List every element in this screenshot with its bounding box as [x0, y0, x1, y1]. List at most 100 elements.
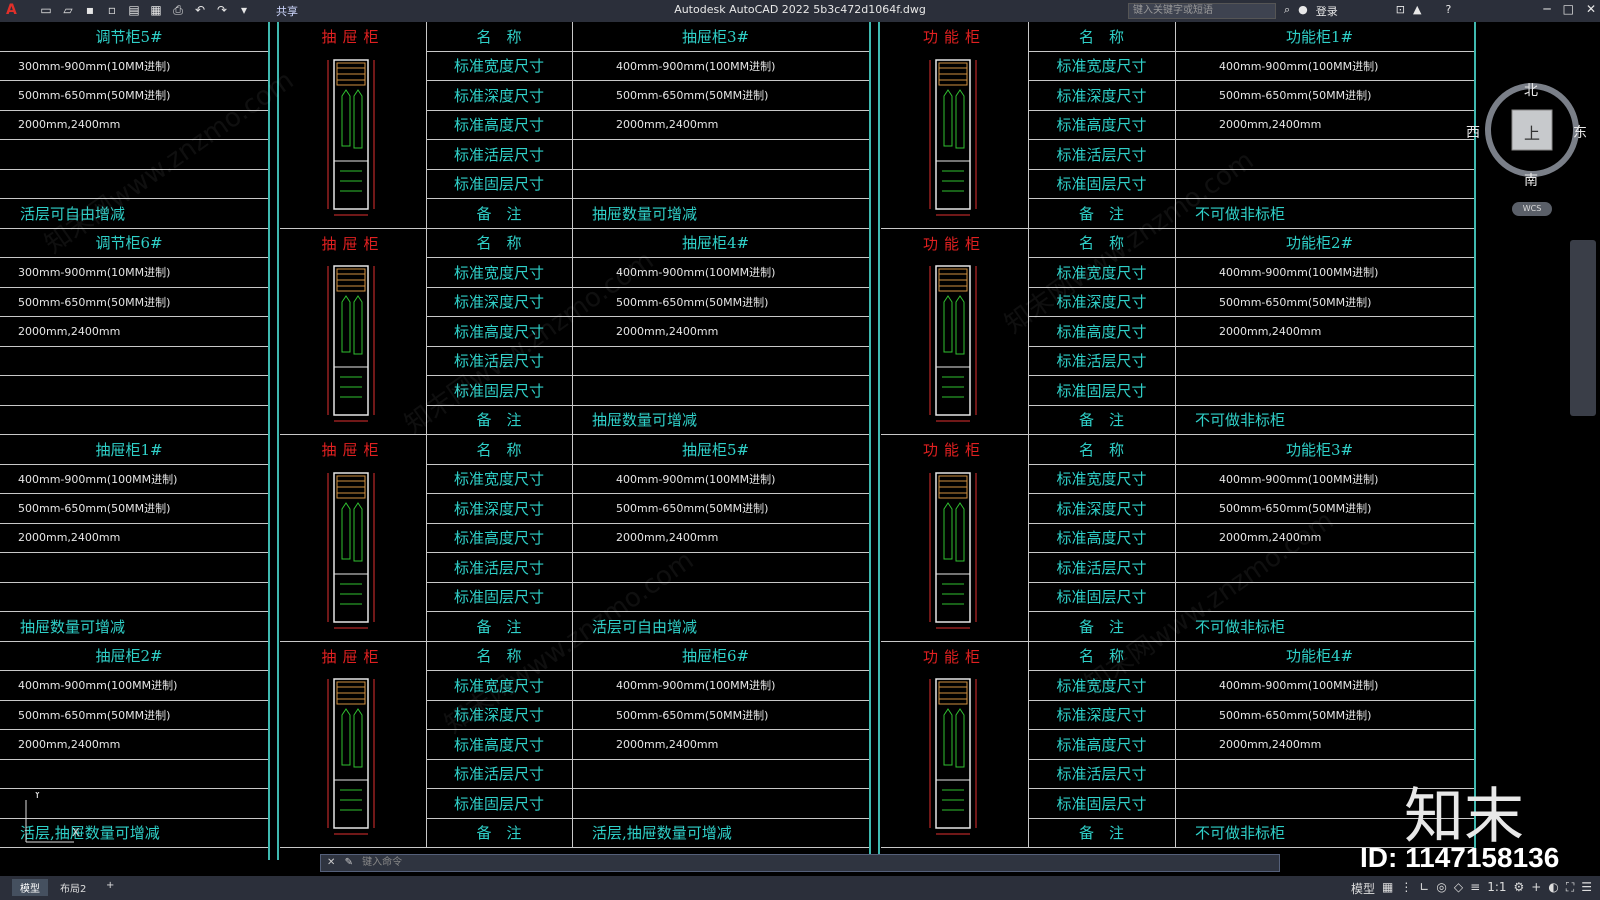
column-divider — [1028, 641, 1029, 848]
redo-icon[interactable]: ↷ — [214, 3, 230, 18]
spec-value-note: 不可做非标柜 — [1195, 617, 1286, 636]
field-label-width: 标准宽度尺寸 — [1056, 57, 1147, 76]
spec-row-adj_shelf: 标准活层尺寸 — [1028, 553, 1474, 583]
compass-north[interactable]: 北 — [1524, 80, 1538, 100]
command-line[interactable]: ✕ ✎ 键入命令 — [320, 854, 1280, 872]
field-label-name: 名 称 — [1078, 647, 1124, 666]
help-search-input[interactable]: 键入关键字或短语 — [1128, 3, 1276, 19]
wcs-menu[interactable]: WCS — [1512, 202, 1552, 216]
grid-icon[interactable]: ▦ — [1382, 880, 1393, 897]
spec-table-partial: 调节柜6# 300mm-900mm(10MM进制) 500mm-650mm(50MM… — [0, 229, 268, 435]
column-divider — [426, 435, 427, 642]
login-button[interactable]: 登录 — [1316, 3, 1338, 19]
field-label-fix_shelf: 标准固层尺寸 — [1056, 381, 1147, 400]
open-folder-icon[interactable]: ▱ — [60, 3, 76, 18]
navigation-bar[interactable] — [1570, 240, 1596, 416]
new-file-icon[interactable]: ▭ — [38, 3, 54, 18]
viewcube-top-face[interactable]: 上 — [1524, 120, 1540, 144]
plus-icon[interactable]: + — [1531, 880, 1541, 897]
cabinet-category: 抽屉柜 — [321, 28, 385, 47]
viewcube[interactable]: 北 南 西 东 上 — [1466, 80, 1587, 190]
spec-value-width: 400mm-900mm(100MM进制) — [18, 472, 178, 486]
osnap-icon[interactable]: ◇ — [1454, 880, 1463, 897]
snap-icon[interactable]: ⋮ — [1400, 880, 1412, 897]
compass-west[interactable]: 西 — [1466, 122, 1480, 142]
cabinet-elevation-drawing — [929, 471, 976, 628]
cabinet-drawing-area — [318, 262, 388, 431]
field-label-depth: 标准深度尺寸 — [453, 86, 544, 105]
spec-row-depth: 500mm-650mm(50MM进制) — [0, 701, 268, 730]
plot-icon[interactable]: ▤ — [126, 3, 142, 18]
fullscreen-icon[interactable]: ⛶ — [1566, 880, 1574, 897]
add-layout-icon[interactable]: + — [98, 879, 122, 892]
model-space-button[interactable]: 模型 — [1351, 880, 1375, 897]
spec-row-name: 名 称 功能柜3# — [1028, 435, 1474, 465]
customize-icon[interactable]: ✎ — [345, 857, 353, 868]
column-divider — [572, 818, 573, 847]
spec-value-width: 400mm-900mm(100MM进制) — [616, 679, 776, 693]
spec-row-width: 标准宽度尺寸 400mm-900mm(100MM进制) — [1028, 51, 1474, 81]
close-icon[interactable]: ✕ — [1586, 2, 1596, 16]
spec-value-width: 400mm-900mm(100MM进制) — [18, 679, 178, 693]
title-bar: A ▭ ▱ ▪ ▫ ▤ ▦ ⎙ ↶ ↷ ▾ 共享 Autodesk AutoCA… — [0, 0, 1600, 22]
ucs-icon: Y X — [25, 792, 80, 843]
autocad-app-icon[interactable]: A — [6, 2, 17, 18]
spec-row-note: 抽屉数量可增减 — [0, 612, 268, 642]
minimize-icon[interactable]: ─ — [1543, 2, 1550, 16]
spec-value-width: 400mm-900mm(100MM进制) — [1219, 472, 1379, 486]
spec-table-block: 名 称 抽屉柜6# 标准宽度尺寸 400mm-900mm(100MM进制) 标准深度尺寸… — [280, 641, 869, 848]
workspace-icon[interactable]: ▾ — [236, 3, 252, 18]
spec-row-width: 标准宽度尺寸 400mm-900mm(100MM进制) — [426, 671, 869, 701]
close-cmd-icon[interactable]: ✕ — [327, 857, 335, 868]
ortho-icon[interactable]: ∟ — [1419, 880, 1429, 897]
cart-icon[interactable]: ⊡ — [1396, 3, 1405, 19]
spec-table-block: 名 称 功能柜2# 标准宽度尺寸 400mm-900mm(100MM进制) 标准深度尺寸… — [881, 228, 1474, 435]
save-icon[interactable]: ▪ — [82, 3, 98, 18]
column-divider — [1175, 81, 1176, 110]
compass-east[interactable]: 东 — [1573, 122, 1587, 142]
command-input[interactable]: 键入命令 — [362, 857, 402, 868]
column-divider — [1175, 759, 1176, 788]
column-divider — [1175, 730, 1176, 759]
tab-model[interactable]: 模型 — [12, 879, 48, 896]
lineweight-icon[interactable]: ≡ — [1470, 880, 1480, 897]
cabinet-elevation-drawing — [929, 265, 976, 422]
field-label-note: 备 注 — [476, 617, 522, 636]
field-label-adj_shelf: 标准活层尺寸 — [1056, 352, 1147, 371]
spec-row-name: 名 称 抽屉柜6# — [426, 641, 869, 671]
save-as-icon[interactable]: ▫ — [104, 3, 120, 18]
field-label-depth: 标准深度尺寸 — [1056, 499, 1147, 518]
connect-icon[interactable]: ▲ — [1413, 3, 1421, 19]
spec-value-depth: 500mm-650mm(50MM进制) — [1219, 502, 1372, 516]
user-icon[interactable]: ● — [1298, 3, 1308, 19]
tab-layout2[interactable]: 布局2 — [52, 879, 94, 896]
polar-icon[interactable]: ◎ — [1436, 880, 1446, 897]
spec-value-width: 400mm-900mm(100MM进制) — [1219, 679, 1379, 693]
column-divider — [1175, 405, 1176, 434]
compass-south[interactable]: 南 — [1524, 170, 1538, 190]
spec-table-partial: 抽屉柜1# 400mm-900mm(100MM进制) 500mm-650mm(50M… — [0, 435, 268, 642]
spec-row-width: 标准宽度尺寸 400mm-900mm(100MM进制) — [426, 51, 869, 81]
column-divider — [572, 140, 573, 169]
menu-icon[interactable]: ☰ — [1581, 880, 1592, 897]
help-icon[interactable]: ? — [1445, 3, 1451, 19]
share-button[interactable]: 共享 — [276, 3, 298, 19]
isolate-icon[interactable]: ◐ — [1548, 880, 1558, 897]
cabinet-drawing-area — [920, 469, 990, 638]
spec-value-height: 2000mm,2400mm — [1219, 531, 1322, 545]
print-icon[interactable]: ⎙ — [170, 3, 186, 18]
column-divider — [1175, 494, 1176, 523]
search-icon[interactable]: ⌕ — [1284, 3, 1290, 19]
spec-row-width: 标准宽度尺寸 400mm-900mm(100MM进制) — [426, 258, 869, 288]
gear-icon[interactable]: ⚙ — [1514, 880, 1525, 897]
drawing-canvas[interactable]: 调节柜5# 300mm-900mm(10MM进制) 500mm-650mm(50MM… — [0, 22, 1600, 860]
spec-value-depth: 500mm-650mm(50MM进制) — [616, 89, 769, 103]
annotation-scale[interactable]: 1:1 — [1487, 880, 1506, 897]
spec-row-fix_shelf: 标准固层尺寸 — [1028, 582, 1474, 612]
publish-icon[interactable]: ▦ — [148, 3, 164, 18]
spec-value-note — [20, 406, 278, 435]
undo-icon[interactable]: ↶ — [192, 3, 208, 18]
column-divider — [572, 730, 573, 759]
field-label-width: 标准宽度尺寸 — [453, 263, 544, 282]
maximize-icon[interactable]: □ — [1563, 2, 1574, 16]
